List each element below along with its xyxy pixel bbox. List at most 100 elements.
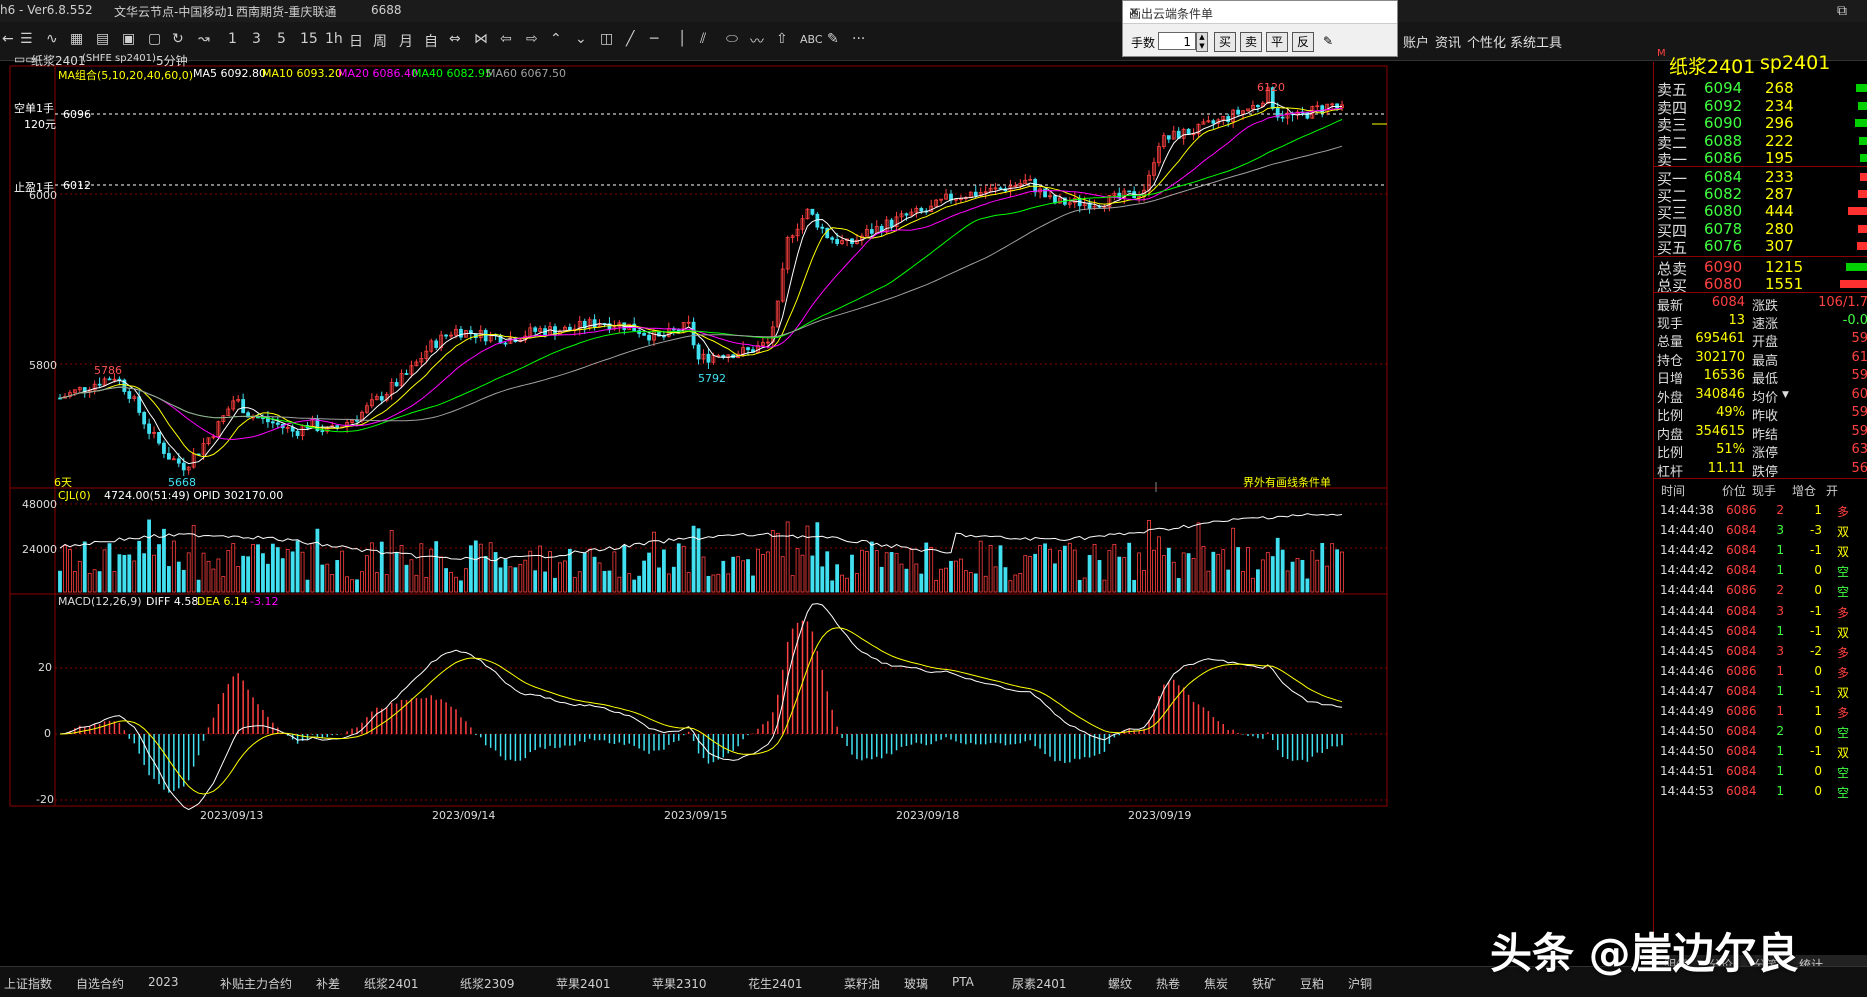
quick-item[interactable]: 补差 xyxy=(316,975,340,992)
grid-icon[interactable]: ▤ xyxy=(96,31,109,47)
quick-item[interactable]: 豆粕 xyxy=(1300,975,1324,992)
quick-item[interactable]: 苹果2401 xyxy=(556,975,611,992)
volume-bar xyxy=(577,571,582,593)
days-label: 6天 xyxy=(54,476,72,489)
quick-item[interactable]: 补贴主力合约 xyxy=(220,975,292,992)
bid-row[interactable]: 买五 6076 307 xyxy=(1654,236,1867,257)
menu-system-tools[interactable]: 系统工具 xyxy=(1510,32,1562,51)
scroll-right-icon[interactable]: ⇨ xyxy=(526,31,538,47)
draw-line-icon[interactable]: ╱ xyxy=(626,31,634,47)
period-15m[interactable]: 15 xyxy=(300,31,318,47)
broker-name[interactable]: 西南期货-重庆联通 xyxy=(236,3,336,20)
volume-bar xyxy=(1142,570,1146,593)
indicator-icon[interactable]: ↝ xyxy=(198,31,210,47)
pen-icon[interactable]: ✎ xyxy=(1318,32,1338,50)
menu-personalize[interactable]: 个性化 xyxy=(1467,32,1506,51)
quick-item[interactable]: 沪铜 xyxy=(1348,975,1372,992)
volume-bar xyxy=(325,563,330,593)
quick-item[interactable]: 尿素2401 xyxy=(1012,975,1067,992)
tick-row: 14:44:53 6084 1 0 空 xyxy=(1654,779,1867,803)
quick-item[interactable]: 上证指数 xyxy=(4,975,52,992)
list-icon[interactable]: ☰ xyxy=(20,31,33,47)
refresh-icon[interactable]: ↻ xyxy=(172,31,184,47)
layout-icon[interactable]: ▣ xyxy=(122,31,135,47)
down-icon[interactable]: ⌄ xyxy=(575,31,587,47)
outside-order-note[interactable]: 界外有画线条件单 xyxy=(1243,474,1331,490)
stat-value-2: 106/1.7 xyxy=(1818,295,1867,310)
volume-bar xyxy=(978,540,983,593)
volume-bar xyxy=(889,552,894,593)
volume-bar xyxy=(1008,580,1013,593)
scroll-left-icon[interactable]: ⇦ xyxy=(500,31,512,47)
quick-item[interactable]: PTA xyxy=(952,975,974,989)
quick-item[interactable]: 自选合约 xyxy=(76,975,124,992)
volume-bar xyxy=(860,549,864,593)
custom-period-icon[interactable]: 自 xyxy=(424,31,438,51)
reverse-button[interactable]: 反 xyxy=(1292,32,1314,52)
sell-button[interactable]: 卖 xyxy=(1240,32,1262,52)
bid-label: 买五 xyxy=(1657,239,1688,258)
period-1h[interactable]: 1h xyxy=(325,31,343,47)
volume-bar xyxy=(567,548,572,593)
panel-icon[interactable]: ◫ xyxy=(600,31,613,47)
volume-bar xyxy=(1295,558,1300,593)
volume-bar xyxy=(731,556,736,593)
ellipse-icon[interactable]: ⬭ xyxy=(726,31,738,47)
zoom-out-icon[interactable]: ⋈ xyxy=(474,31,488,47)
close-position-button[interactable]: 平 xyxy=(1266,32,1288,52)
hline-icon[interactable]: ─ xyxy=(650,31,658,47)
more-icon[interactable]: ··· xyxy=(852,31,865,47)
pen-icon[interactable]: ✎ xyxy=(827,31,839,47)
quick-item[interactable]: 铁矿 xyxy=(1252,975,1276,992)
arrow-up-icon[interactable]: ⇧ xyxy=(776,31,788,47)
save-icon[interactable]: ▢ xyxy=(148,31,161,47)
quick-item[interactable]: 菜籽油 xyxy=(844,975,880,992)
period-month[interactable]: 月 xyxy=(399,31,413,51)
period-3m[interactable]: 3 xyxy=(252,31,261,47)
menu-news[interactable]: 资讯 xyxy=(1435,32,1461,51)
zoom-in-icon[interactable]: ⇔ xyxy=(449,31,461,47)
buy-button[interactable]: 买 xyxy=(1214,32,1236,52)
quick-item[interactable]: 玻璃 xyxy=(904,975,928,992)
candle-body xyxy=(137,396,142,413)
qty-input[interactable]: 1 xyxy=(1158,32,1196,50)
period-1m[interactable]: 1 xyxy=(228,31,237,47)
menu-account[interactable]: 账户 xyxy=(1403,32,1429,51)
macd-header[interactable]: MACD(12,26,9) xyxy=(58,595,142,608)
quick-item[interactable]: 苹果2310 xyxy=(652,975,707,992)
up-icon[interactable]: ⌃ xyxy=(550,31,562,47)
volume-bar xyxy=(122,554,127,593)
close-icon[interactable]: ✕ xyxy=(1129,5,1389,19)
text-tool[interactable]: ABC xyxy=(800,33,823,46)
chart-canvas[interactable] xyxy=(0,62,1653,966)
qty-stepper[interactable]: ▲ ▼ xyxy=(1196,32,1208,52)
period-week[interactable]: 周 xyxy=(373,31,387,51)
candle-body xyxy=(434,340,439,348)
quick-item[interactable]: 热卷 xyxy=(1156,975,1180,992)
volume-header[interactable]: CJL(0) xyxy=(58,489,91,502)
wave-icon[interactable]: 〰 xyxy=(750,31,764,51)
ask-price: 6094 xyxy=(1704,79,1743,97)
quick-item[interactable]: 2023 xyxy=(148,975,179,989)
volume-bar xyxy=(756,548,760,593)
quick-item[interactable]: 纸浆2401 xyxy=(364,975,419,992)
period-day[interactable]: 日 xyxy=(349,31,363,51)
quick-item[interactable]: 花生2401 xyxy=(748,975,803,992)
table-icon[interactable]: ▦ xyxy=(70,31,83,47)
line-chart-icon[interactable]: ∿ xyxy=(46,31,58,47)
server-node[interactable]: 文华云节点-中国移动1 xyxy=(114,3,234,20)
vline-icon[interactable]: │ xyxy=(678,31,686,47)
parallel-icon[interactable]: ⫽ xyxy=(700,31,706,47)
quick-item[interactable]: 纸浆2309 xyxy=(460,975,515,992)
period-5m[interactable]: 5 xyxy=(277,31,286,47)
volume-bar xyxy=(236,566,241,593)
ma-group-label[interactable]: MA组合(5,10,20,40,60,0) xyxy=(58,67,193,83)
volume-bar xyxy=(63,545,67,593)
short-order-label[interactable]: 空单1手 xyxy=(14,100,54,116)
quick-item[interactable]: 螺纹 xyxy=(1108,975,1132,992)
back-icon[interactable]: ← xyxy=(2,31,14,47)
restore-window-icon[interactable]: ⧉ xyxy=(1837,3,1847,19)
kline-chart-area[interactable]: ▭▭ 纸浆2401 (SHFE sp2401) 5分钟 MA组合(5,10,20… xyxy=(0,52,1653,966)
quick-item[interactable]: 焦炭 xyxy=(1204,975,1228,992)
stat-label: 杠杆 xyxy=(1657,464,1684,480)
